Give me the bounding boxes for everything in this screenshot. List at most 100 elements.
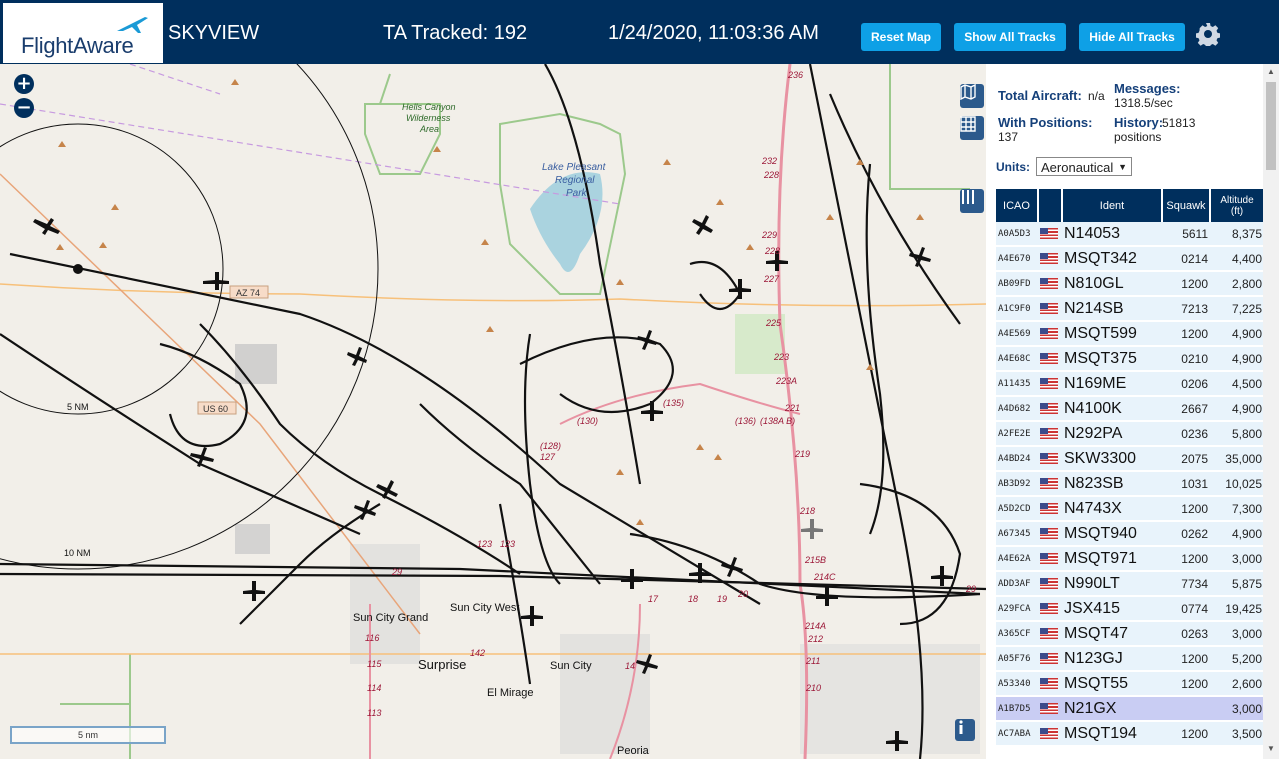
svg-text:214A: 214A	[804, 621, 826, 631]
gear-icon[interactable]	[1196, 22, 1220, 46]
row-altitude: 7,225	[1210, 296, 1264, 322]
table-row[interactable]: A365CF MSQT47 0263 3,000	[996, 621, 1264, 647]
svg-text:Regional: Regional	[555, 175, 595, 186]
map-canvas[interactable]: Hells Canyon Wilderness Area Lake Pleasa…	[0, 64, 986, 759]
scroll-down-arrow-icon[interactable]: ▼	[1267, 744, 1275, 753]
table-row[interactable]: A67345 MSQT940 0262 4,900	[996, 521, 1264, 547]
panel-scrollbar[interactable]: ▲ ▼	[1263, 64, 1279, 759]
table-row[interactable]: A4D682 N4100K 2667 4,900	[996, 396, 1264, 422]
table-row[interactable]: A11435 N169ME 0206 4,500	[996, 371, 1264, 397]
row-squawk: 7213	[1162, 296, 1210, 322]
table-row[interactable]: A0A5D3 N14053 5611 8,375	[996, 222, 1264, 247]
flag-us-icon	[1038, 346, 1062, 372]
table-row[interactable]: A4BD24 SKW3300 2075 35,000	[996, 446, 1264, 472]
scroll-up-arrow-icon[interactable]: ▲	[1267, 67, 1275, 76]
table-row[interactable]: A4E569 MSQT599 1200 4,900	[996, 321, 1264, 347]
row-icao: A53340	[996, 671, 1038, 697]
columns-toggle-button[interactable]	[960, 189, 984, 213]
table-row[interactable]: A4E670 MSQT342 0214 4,400	[996, 246, 1264, 272]
svg-text:5 NM: 5 NM	[67, 402, 89, 412]
row-altitude: 5,200	[1210, 646, 1264, 672]
svg-text:212: 212	[807, 634, 823, 644]
row-ident: JSX415	[1062, 596, 1162, 622]
svg-text:229: 229	[761, 230, 777, 240]
row-squawk: 0214	[1162, 246, 1210, 272]
hide-all-tracks-button[interactable]: Hide All Tracks	[1079, 23, 1185, 51]
current-datetime: 1/24/2020, 11:03:36 AM	[608, 22, 819, 44]
reset-map-button[interactable]: Reset Map	[861, 23, 941, 51]
row-squawk: 0263	[1162, 621, 1210, 647]
col-header-flag[interactable]	[1038, 189, 1063, 222]
flag-us-icon	[1038, 321, 1062, 347]
row-altitude: 19,425	[1210, 596, 1264, 622]
svg-text:115: 115	[367, 659, 382, 669]
row-icao: A29FCA	[996, 596, 1038, 622]
table-row[interactable]: AB09FD N810GL 1200 2,800	[996, 271, 1264, 297]
row-altitude: 8,375	[1210, 222, 1264, 247]
col-header-icao[interactable]: ICAO	[996, 189, 1039, 222]
row-ident: MSQT55	[1062, 671, 1162, 697]
info-button[interactable]	[955, 719, 975, 741]
map-layers-button[interactable]	[960, 84, 984, 108]
with-positions-value: 137	[998, 130, 1019, 144]
col-header-altitude[interactable]: Altitude (ft)	[1210, 189, 1265, 222]
col-header-ident[interactable]: Ident	[1062, 189, 1163, 222]
units-label: Units:	[996, 160, 1030, 174]
svg-text:127: 127	[540, 452, 556, 462]
table-row[interactable]: A5D2CD N4743X 1200 7,300	[996, 496, 1264, 522]
row-squawk: 5611	[1162, 222, 1210, 247]
svg-text:Lake Pleasant: Lake Pleasant	[542, 162, 607, 173]
svg-text:Surprise: Surprise	[418, 657, 466, 672]
table-row[interactable]: ADD3AF N990LT 7734 5,875	[996, 571, 1264, 597]
table-row[interactable]: A2FE2E N292PA 0236 5,800	[996, 421, 1264, 447]
row-icao: A4E68C	[996, 346, 1038, 372]
table-row[interactable]: A1B7D5 N21GX 3,000	[996, 696, 1264, 722]
units-select-value: Aeronautical	[1041, 160, 1114, 175]
row-altitude: 3,000	[1210, 696, 1264, 722]
table-row[interactable]: A53340 MSQT55 1200 2,600	[996, 671, 1264, 697]
svg-text:114: 114	[367, 683, 381, 693]
table-row[interactable]: AB3D92 N823SB 1031 10,025	[996, 471, 1264, 497]
row-altitude: 3,000	[1210, 621, 1264, 647]
table-row[interactable]: A4E62A MSQT971 1200 3,000	[996, 546, 1264, 572]
svg-text:223A: 223A	[775, 376, 797, 386]
row-squawk: 1200	[1162, 321, 1210, 347]
svg-text:(135): (135)	[663, 398, 684, 408]
row-ident: N292PA	[1062, 421, 1162, 447]
row-ident: SKW3300	[1062, 446, 1162, 472]
table-row[interactable]: A1C9F0 N214SB 7213 7,225	[996, 296, 1264, 322]
messages-value: 1318.5/sec	[1114, 96, 1173, 110]
svg-text:218: 218	[799, 506, 815, 516]
flag-us-icon	[1038, 521, 1062, 547]
scroll-thumb[interactable]	[1266, 82, 1276, 170]
row-altitude: 7,300	[1210, 496, 1264, 522]
row-squawk: 1200	[1162, 271, 1210, 297]
flag-us-icon	[1038, 246, 1062, 272]
table-row[interactable]: A4E68C MSQT375 0210 4,900	[996, 346, 1264, 372]
row-icao: A5D2CD	[996, 496, 1038, 522]
show-all-tracks-button[interactable]: Show All Tracks	[954, 23, 1066, 51]
table-row[interactable]: A29FCA JSX415 0774 19,425	[996, 596, 1264, 622]
svg-text:236: 236	[787, 70, 803, 80]
grid-toggle-button[interactable]	[960, 116, 984, 140]
svg-text:113: 113	[367, 708, 381, 718]
flag-us-icon	[1038, 496, 1062, 522]
map-view[interactable]: Hells Canyon Wilderness Area Lake Pleasa…	[0, 64, 986, 759]
row-icao: AC7ABA	[996, 721, 1038, 747]
zoom-out-button[interactable]: −	[14, 98, 34, 118]
flag-us-icon	[1038, 646, 1062, 672]
svg-text:228: 228	[764, 246, 780, 256]
zoom-in-button[interactable]: +	[14, 74, 34, 94]
row-squawk: 1200	[1162, 646, 1210, 672]
flightaware-logo[interactable]: FlightAware	[3, 3, 163, 63]
units-select[interactable]: Aeronautical ▼	[1036, 157, 1132, 176]
top-header: FlightAware SKYVIEW TA Tracked: 192 1/24…	[0, 0, 1279, 64]
row-icao: AB09FD	[996, 271, 1038, 297]
table-row[interactable]: A05F76 N123GJ 1200 5,200	[996, 646, 1264, 672]
row-icao: A11435	[996, 371, 1038, 397]
svg-text:214C: 214C	[813, 572, 836, 582]
table-row[interactable]: AC7ABA MSQT194 1200 3,500	[996, 721, 1264, 747]
svg-text:Sun City West: Sun City West	[450, 602, 520, 614]
flag-us-icon	[1038, 721, 1062, 747]
col-header-squawk[interactable]: Squawk	[1162, 189, 1211, 222]
